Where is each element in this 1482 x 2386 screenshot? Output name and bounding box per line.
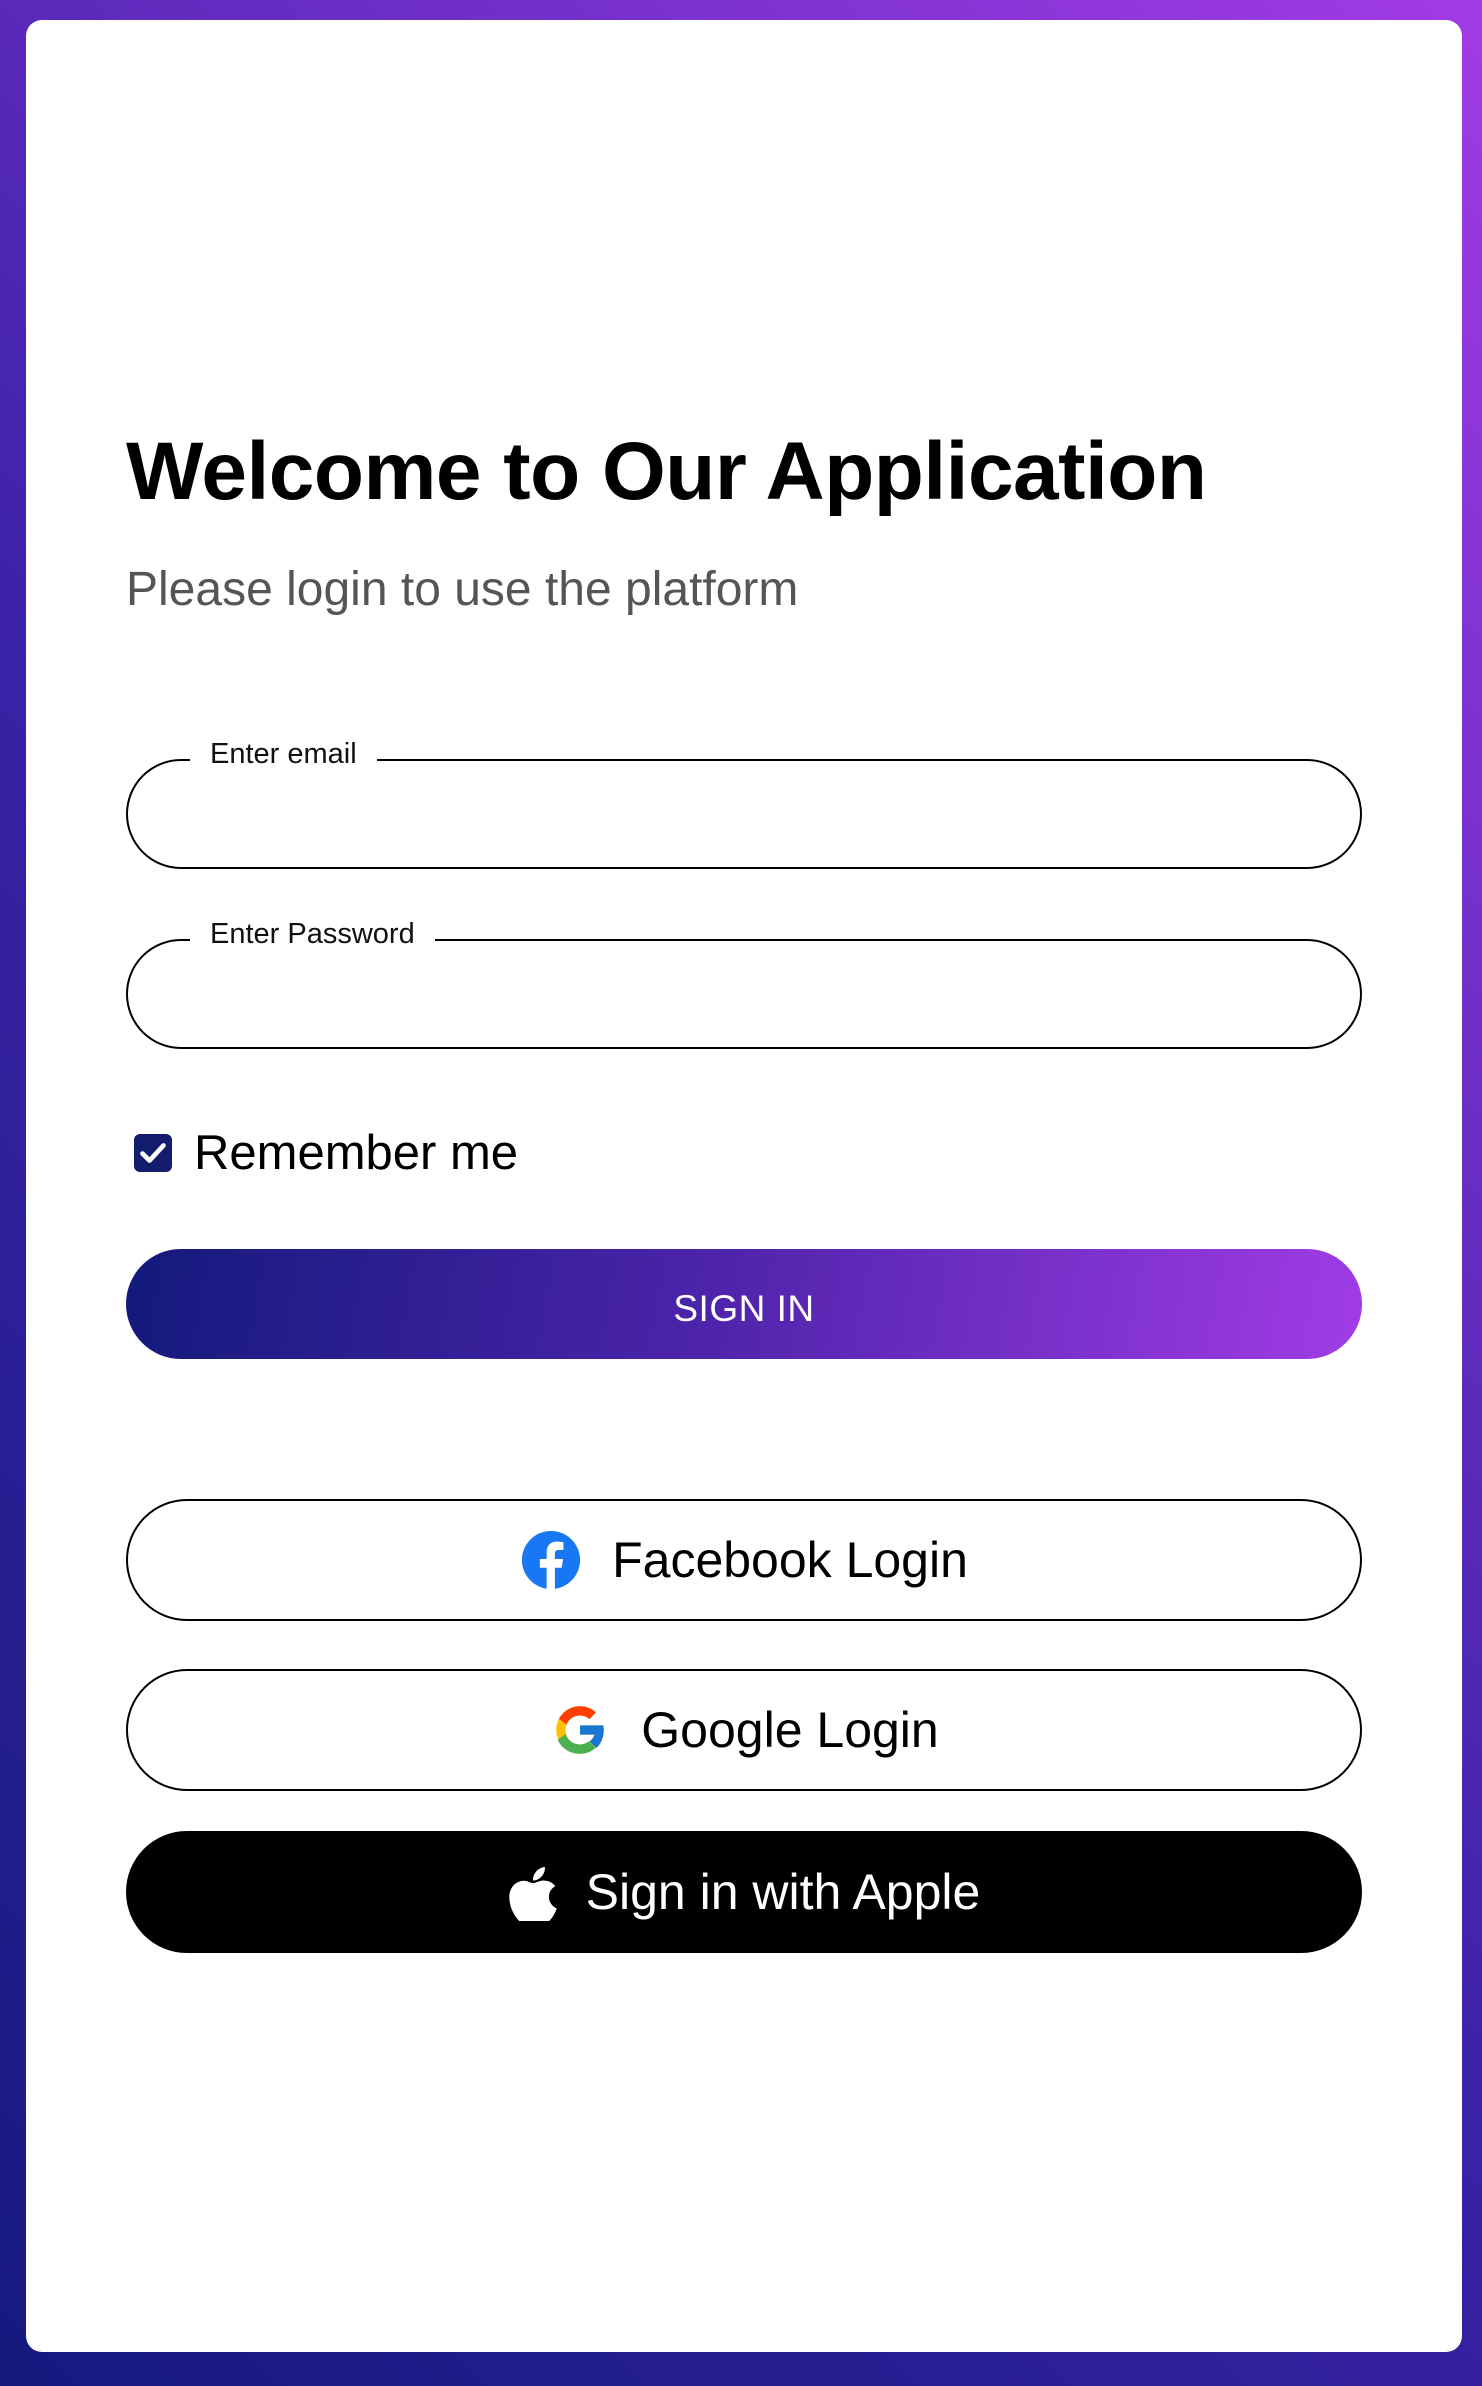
check-icon: [140, 1142, 166, 1163]
email-field-label: Enter email: [190, 736, 377, 772]
remember-me-checkbox[interactable]: [134, 1133, 172, 1172]
facebook-login-button[interactable]: Facebook Login: [126, 1498, 1362, 1621]
remember-me-label[interactable]: Remember me: [194, 1125, 518, 1181]
google-login-label: Google Login: [641, 1701, 939, 1758]
apple-sign-in-button[interactable]: Sign in with Apple: [126, 1830, 1362, 1953]
email-input[interactable]: [168, 784, 1320, 847]
password-field-label: Enter Password: [190, 916, 435, 952]
login-card: Welcome to Our Application Please login …: [26, 20, 1462, 2352]
password-field[interactable]: Enter Password: [126, 916, 1362, 1049]
google-icon: [556, 1706, 606, 1754]
sign-in-button-label: SIGN IN: [673, 1287, 815, 1329]
apple-sign-in-label: Sign in with Apple: [585, 1863, 981, 1920]
password-input[interactable]: [168, 964, 1320, 1027]
facebook-icon: [522, 1530, 581, 1591]
sign-in-button[interactable]: SIGN IN: [126, 1248, 1362, 1359]
page-title: Welcome to Our Application: [126, 426, 1207, 517]
apple-icon: [508, 1866, 557, 1921]
login-form-container: Welcome to Our Application Please login …: [126, 425, 1362, 1953]
facebook-login-label: Facebook Login: [612, 1531, 968, 1588]
page-subtitle: Please login to use the platform: [126, 563, 799, 617]
remember-me-row: Remember me: [126, 1123, 1362, 1183]
email-field[interactable]: Enter email: [126, 736, 1362, 869]
google-login-button[interactable]: Google Login: [126, 1668, 1362, 1791]
